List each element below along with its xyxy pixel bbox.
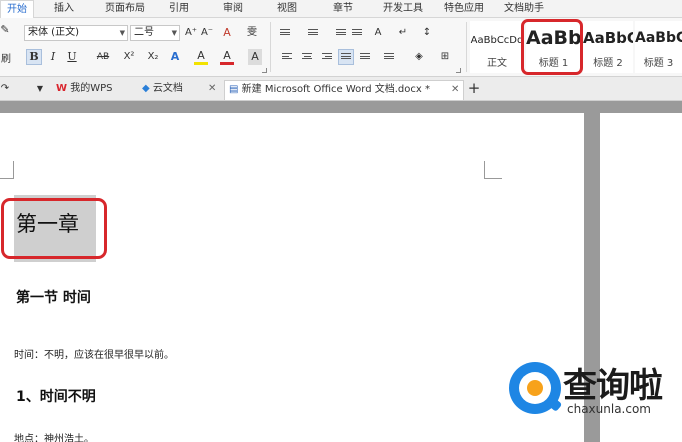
body-paragraph[interactable]: 地点：神州浩土。 xyxy=(14,430,94,442)
close-icon[interactable]: ✕ xyxy=(208,80,216,98)
align-left-icon[interactable] xyxy=(282,53,292,62)
font-size-select[interactable]: 二号 ▼ xyxy=(130,25,180,41)
increase-indent-icon[interactable] xyxy=(352,29,362,38)
tab-developer[interactable]: 开发工具 xyxy=(376,0,430,18)
close-icon[interactable]: ✕ xyxy=(451,81,459,99)
redo-icon[interactable]: ↷ xyxy=(0,81,10,97)
menu-tab-bar: 开始 插入 页面布局 引用 审阅 视图 章节 开发工具 特色应用 文档助手 xyxy=(0,0,682,18)
document-tab-bar: ↷ ▼ W 我的WPS ◆ 云文档 ✕ ▤ 新建 Microsoft Offic… xyxy=(0,77,682,101)
phonetic-guide-button[interactable]: 雯 xyxy=(242,25,262,41)
watermark-text: 查询啦 xyxy=(563,366,663,406)
cloud-box-icon: ◆ xyxy=(142,83,150,94)
paragraph-shading-icon[interactable]: ◈ xyxy=(412,49,426,65)
character-shading-button[interactable]: A xyxy=(248,49,262,65)
decrease-indent-icon[interactable] xyxy=(336,29,346,38)
body-paragraph[interactable]: 时间：不明，应该在很早很早以前。 xyxy=(14,346,174,361)
group-divider xyxy=(270,22,271,72)
doc-tab-label: 我的WPS xyxy=(70,83,113,94)
style-normal[interactable]: AaBbCcDd 正文 xyxy=(470,21,524,73)
wps-logo-icon: W xyxy=(56,83,68,94)
highlight-annotation xyxy=(1,198,107,259)
new-tab-plus-icon[interactable]: + xyxy=(466,81,482,97)
justify-button[interactable] xyxy=(338,49,354,65)
tab-review[interactable]: 审阅 xyxy=(202,0,264,18)
subsection-heading[interactable]: 1、时间不明 xyxy=(16,386,96,406)
logo-q-dot xyxy=(527,380,543,396)
font-color-button[interactable]: A xyxy=(220,49,234,65)
tab-insert[interactable]: 插入 xyxy=(34,0,94,18)
shrink-font-button[interactable]: A⁻ xyxy=(200,25,214,41)
align-right-icon[interactable] xyxy=(322,53,332,62)
doc-tab-label: 新建 Microsoft Office Word 文档.docx * xyxy=(241,84,430,95)
doc-tab-cloud-docs[interactable]: ◆ 云文档 ✕ xyxy=(138,80,220,100)
clear-format-button[interactable]: A xyxy=(220,25,234,41)
format-painter-icon[interactable]: ✎ xyxy=(0,22,10,38)
distributed-icon[interactable] xyxy=(360,53,370,62)
doc-tab-my-wps[interactable]: W 我的WPS xyxy=(52,80,136,100)
paragraph-group-launcher-icon[interactable] xyxy=(456,68,461,73)
show-marks-icon[interactable]: ↵ xyxy=(396,25,410,41)
italic-button[interactable]: I xyxy=(46,49,60,65)
align-center-icon[interactable] xyxy=(302,53,312,62)
style-heading-2[interactable]: AaBbC 标题 2 xyxy=(583,21,633,73)
tab-special-apps[interactable]: 特色应用 xyxy=(430,0,498,18)
line-spacing-icon[interactable] xyxy=(384,53,394,62)
section-heading[interactable]: 第一节 时间 xyxy=(16,287,91,307)
font-name-value: 宋体 (正文) xyxy=(28,27,79,38)
chevron-down-icon: ▼ xyxy=(171,29,177,37)
watermark-logo: 查询啦 chaxunla.com xyxy=(505,356,682,442)
word-doc-icon: ▤ xyxy=(229,84,239,95)
borders-icon[interactable]: ⊞ xyxy=(438,49,452,65)
font-name-select[interactable]: 宋体 (正文) ▼ xyxy=(24,25,128,41)
chevron-down-icon[interactable]: ▼ xyxy=(34,81,46,97)
grow-font-button[interactable]: A⁺ xyxy=(184,25,198,41)
doc-tab-active-document[interactable]: ▤ 新建 Microsoft Office Word 文档.docx * ✕ xyxy=(224,80,464,100)
tab-doc-assistant[interactable]: 文档助手 xyxy=(498,0,550,18)
tab-references[interactable]: 引用 xyxy=(156,0,202,18)
strikethrough-button[interactable]: AB xyxy=(92,49,114,65)
watermark-url: chaxunla.com xyxy=(567,402,651,416)
tab-view[interactable]: 视图 xyxy=(264,0,310,18)
superscript-button[interactable]: X² xyxy=(120,49,138,65)
bold-button[interactable]: B xyxy=(26,49,42,65)
bullet-list-icon[interactable] xyxy=(280,29,290,38)
doc-tab-label: 云文档 xyxy=(152,83,183,94)
font-size-value: 二号 xyxy=(134,27,154,38)
font-group-launcher-icon[interactable] xyxy=(262,68,267,73)
style-heading-3[interactable]: AaBbC 标题 3 xyxy=(635,21,682,73)
subscript-button[interactable]: X₂ xyxy=(144,49,162,65)
margin-corner-mark xyxy=(0,161,14,179)
tab-page-layout[interactable]: 页面布局 xyxy=(94,0,156,18)
chinese-layout-icon[interactable]: A xyxy=(370,25,386,41)
tab-home[interactable]: 开始 xyxy=(0,0,34,18)
sort-icon[interactable]: ↕ xyxy=(420,25,434,41)
text-effect-button[interactable]: A xyxy=(168,49,182,65)
style-heading-3-label: 标题 3 xyxy=(643,58,674,69)
style-normal-sample: AaBbCcDd xyxy=(470,35,524,46)
tab-chapter[interactable]: 章节 xyxy=(310,0,376,18)
style-heading-2-label: 标题 2 xyxy=(593,58,623,69)
highlight-annotation xyxy=(521,19,583,75)
highlight-color-button[interactable]: A xyxy=(194,49,208,65)
underline-button[interactable]: U xyxy=(64,49,80,65)
group-divider xyxy=(466,22,467,72)
numbered-list-icon[interactable] xyxy=(308,29,318,38)
style-normal-label: 正文 xyxy=(487,58,507,69)
margin-corner-mark xyxy=(484,161,502,179)
format-painter-label: 刷 xyxy=(1,54,11,65)
ribbon-toolbar: ✎ 刷 宋体 (正文) ▼ 二号 ▼ A⁺ A⁻ A 雯 B I U AB X²… xyxy=(0,18,682,77)
style-heading-3-sample: AaBbC xyxy=(635,30,682,46)
justify-icon xyxy=(341,53,351,62)
style-heading-2-sample: AaBbC xyxy=(583,29,633,47)
chevron-down-icon: ▼ xyxy=(119,29,125,37)
